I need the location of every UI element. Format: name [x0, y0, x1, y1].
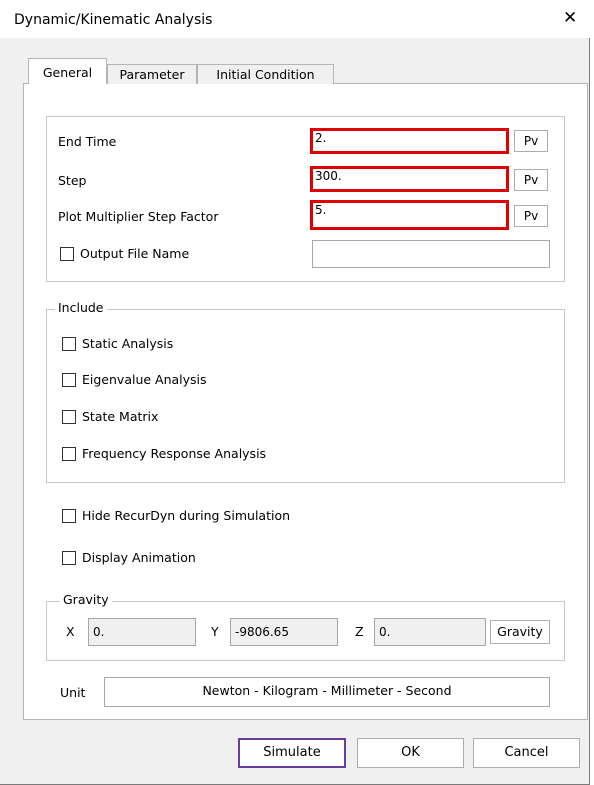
tab-initial-condition[interactable]: Initial Condition — [197, 64, 334, 84]
tab-general[interactable]: General — [28, 58, 107, 84]
output-file-input[interactable] — [312, 240, 550, 268]
gravity-x-label: X — [66, 624, 75, 639]
gravity-y-input[interactable]: -9806.65 — [230, 618, 338, 646]
gravity-z-label: Z — [355, 624, 364, 639]
close-icon[interactable]: ✕ — [563, 8, 577, 28]
step-pv-button[interactable]: Pv — [514, 169, 548, 191]
plot-multiplier-pv-button[interactable]: Pv — [514, 205, 548, 227]
display-animation-label: Display Animation — [82, 550, 196, 565]
hide-recurdyn-checkbox[interactable] — [62, 509, 76, 523]
plot-multiplier-input[interactable]: 5. — [310, 200, 509, 230]
step-input[interactable]: 300. — [310, 166, 509, 192]
state-matrix-label: State Matrix — [82, 409, 159, 424]
end-time-label: End Time — [58, 134, 117, 149]
end-time-pv-button[interactable]: Pv — [514, 130, 548, 152]
output-file-label: Output File Name — [80, 246, 190, 261]
step-label: Step — [58, 173, 87, 188]
ok-button[interactable]: OK — [357, 738, 464, 768]
state-matrix-checkbox[interactable] — [62, 410, 76, 424]
tab-parameter[interactable]: Parameter — [107, 64, 197, 84]
gravity-z-input[interactable]: 0. — [374, 618, 486, 646]
plot-multiplier-label: Plot Multiplier Step Factor — [58, 209, 219, 224]
gravity-y-label: Y — [211, 624, 219, 639]
gravity-x-input[interactable]: 0. — [88, 618, 196, 646]
include-legend: Include — [55, 300, 107, 315]
static-analysis-label: Static Analysis — [82, 336, 174, 351]
cancel-button[interactable]: Cancel — [473, 738, 580, 768]
hide-recurdyn-label: Hide RecurDyn during Simulation — [82, 508, 291, 523]
eigenvalue-analysis-checkbox[interactable] — [62, 373, 76, 387]
unit-label: Unit — [60, 685, 86, 700]
output-file-checkbox[interactable] — [60, 247, 74, 261]
unit-field: Newton - Kilogram - Millimeter - Second — [104, 677, 550, 707]
gravity-button[interactable]: Gravity — [490, 620, 550, 644]
frequency-response-label: Frequency Response Analysis — [82, 446, 267, 461]
end-time-input[interactable]: 2. — [310, 128, 509, 154]
window-title: Dynamic/Kinematic Analysis — [14, 12, 213, 28]
gravity-legend: Gravity — [60, 592, 112, 607]
display-animation-checkbox[interactable] — [62, 551, 76, 565]
eigenvalue-analysis-label: Eigenvalue Analysis — [82, 372, 207, 387]
frequency-response-checkbox[interactable] — [62, 447, 76, 461]
simulate-button[interactable]: Simulate — [238, 738, 346, 768]
static-analysis-checkbox[interactable] — [62, 337, 76, 351]
